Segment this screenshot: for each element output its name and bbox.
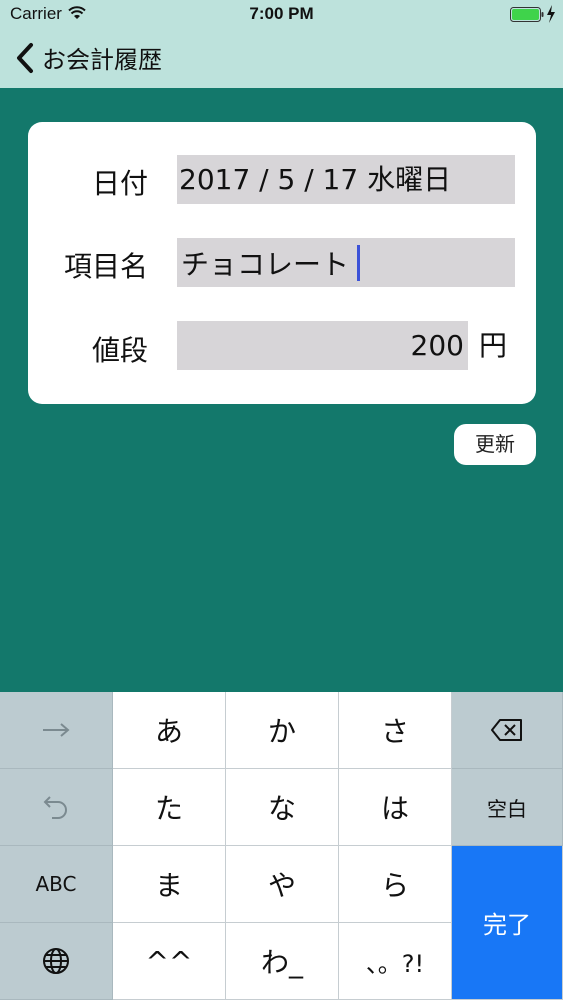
key-ka[interactable]: か <box>226 692 339 769</box>
battery-icon <box>510 7 544 22</box>
navigation-bar: お会計履歴 <box>0 28 563 88</box>
price-label: 値段 <box>91 334 148 367</box>
back-button-label[interactable]: お会計履歴 <box>42 40 162 75</box>
key-ma[interactable]: ま <box>113 846 226 923</box>
date-value: 2017 / 5 / 17 水曜日 <box>179 163 452 196</box>
price-field[interactable]: 200 <box>177 321 468 370</box>
entry-form-card: 日付 2017 / 5 / 17 水曜日 項目名 チョコレート 値段 200 円 <box>28 122 536 404</box>
item-name-value: チョコレート <box>181 248 350 281</box>
backspace-icon <box>491 719 522 741</box>
price-unit: 円 <box>479 329 508 362</box>
key-ha[interactable]: は <box>339 769 452 846</box>
key-ya[interactable]: や <box>226 846 339 923</box>
date-field[interactable]: 2017 / 5 / 17 水曜日 <box>177 155 515 204</box>
back-chevron-icon[interactable] <box>14 42 36 74</box>
key-sa[interactable]: さ <box>339 692 452 769</box>
globe-key[interactable] <box>0 923 113 1000</box>
key-punctuation[interactable]: 、。?! <box>339 923 452 1000</box>
key-ta[interactable]: た <box>113 769 226 846</box>
clock: 7:00 PM <box>249 4 314 23</box>
key-kaomoji[interactable]: ^^ <box>113 923 226 1000</box>
charging-bolt-icon <box>547 5 555 23</box>
abc-key[interactable]: ABC <box>0 846 113 923</box>
text-cursor <box>357 245 360 281</box>
japanese-keyboard: あ か さ た な は 空白 ABC ま や ら ^^ わ_ 、。?! 完了 <box>0 692 563 1000</box>
undo-icon <box>43 796 67 819</box>
globe-icon <box>43 948 69 974</box>
status-bar: Carrier 7:00 PM <box>0 0 563 28</box>
price-value: 200 <box>410 329 464 362</box>
item-name-label: 項目名 <box>63 250 148 283</box>
done-key[interactable]: 完了 <box>452 846 563 1000</box>
update-button[interactable]: 更新 <box>454 424 536 465</box>
key-a[interactable]: あ <box>113 692 226 769</box>
next-arrow-key[interactable] <box>0 692 113 769</box>
key-na[interactable]: な <box>226 769 339 846</box>
item-name-field[interactable]: チョコレート <box>177 238 515 287</box>
key-ra[interactable]: ら <box>339 846 452 923</box>
undo-key[interactable] <box>0 769 113 846</box>
delete-key[interactable] <box>452 692 563 769</box>
space-key[interactable]: 空白 <box>452 769 563 846</box>
right-arrow-icon <box>43 723 70 737</box>
date-label: 日付 <box>91 167 148 200</box>
key-wa[interactable]: わ_ <box>226 923 339 1000</box>
